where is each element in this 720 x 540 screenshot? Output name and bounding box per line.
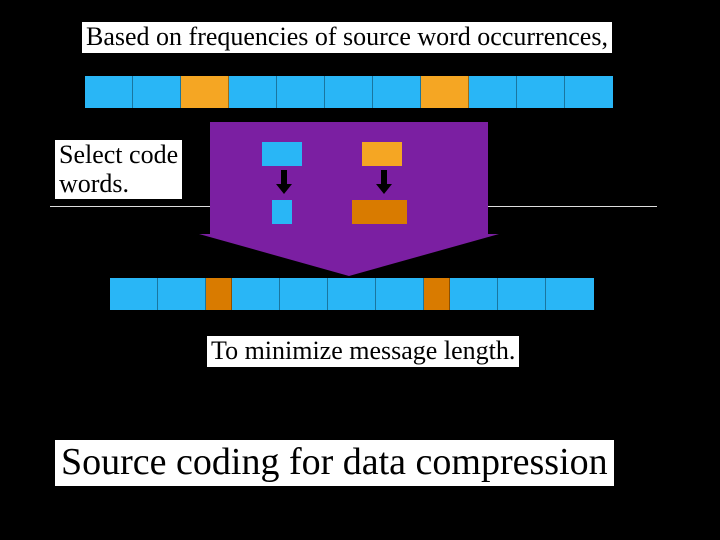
cell-blue bbox=[450, 278, 498, 310]
mini-arrow-left bbox=[276, 170, 292, 194]
cell-blue bbox=[110, 278, 158, 310]
select-line-1: Select code bbox=[59, 140, 178, 169]
swatch-before-orange bbox=[362, 142, 402, 166]
cell-blue bbox=[328, 278, 376, 310]
cell-darkorange bbox=[206, 278, 232, 310]
guide-line-right bbox=[487, 206, 657, 207]
big-arrow-body bbox=[210, 122, 488, 234]
slide-title: Source coding for data compression bbox=[55, 440, 614, 486]
mini-arrow-right bbox=[376, 170, 392, 194]
cell-blue bbox=[133, 76, 181, 108]
cell-orange bbox=[181, 76, 229, 108]
cell-blue bbox=[325, 76, 373, 108]
select-line-2: words. bbox=[59, 169, 129, 198]
cell-blue bbox=[373, 76, 421, 108]
cell-blue bbox=[85, 76, 133, 108]
heading-top: Based on frequencies of source word occu… bbox=[82, 22, 612, 53]
cell-blue bbox=[158, 278, 206, 310]
cell-blue bbox=[565, 76, 613, 108]
cell-orange bbox=[421, 76, 469, 108]
cell-blue bbox=[280, 278, 328, 310]
mini-arrow-shaft bbox=[281, 170, 287, 184]
mini-arrow-shaft bbox=[381, 170, 387, 184]
mini-arrow-head bbox=[376, 184, 392, 194]
swatch-after-orange bbox=[352, 200, 407, 224]
select-code-words-label: Select code words. bbox=[55, 140, 182, 199]
cell-blue bbox=[517, 76, 565, 108]
cell-blue bbox=[232, 278, 280, 310]
big-arrow-tip bbox=[199, 234, 499, 276]
cell-blue bbox=[376, 278, 424, 310]
swatch-before-blue bbox=[262, 142, 302, 166]
cell-blue bbox=[277, 76, 325, 108]
minimize-label: To minimize message length. bbox=[207, 336, 519, 367]
mini-arrow-head bbox=[276, 184, 292, 194]
source-symbol-row bbox=[85, 76, 613, 108]
cell-blue bbox=[546, 278, 594, 310]
coded-symbol-row bbox=[110, 278, 594, 310]
cell-darkorange bbox=[424, 278, 450, 310]
cell-blue bbox=[229, 76, 277, 108]
guide-line-left bbox=[50, 206, 210, 207]
cell-blue bbox=[498, 278, 546, 310]
cell-blue bbox=[469, 76, 517, 108]
swatch-after-blue bbox=[272, 200, 292, 224]
